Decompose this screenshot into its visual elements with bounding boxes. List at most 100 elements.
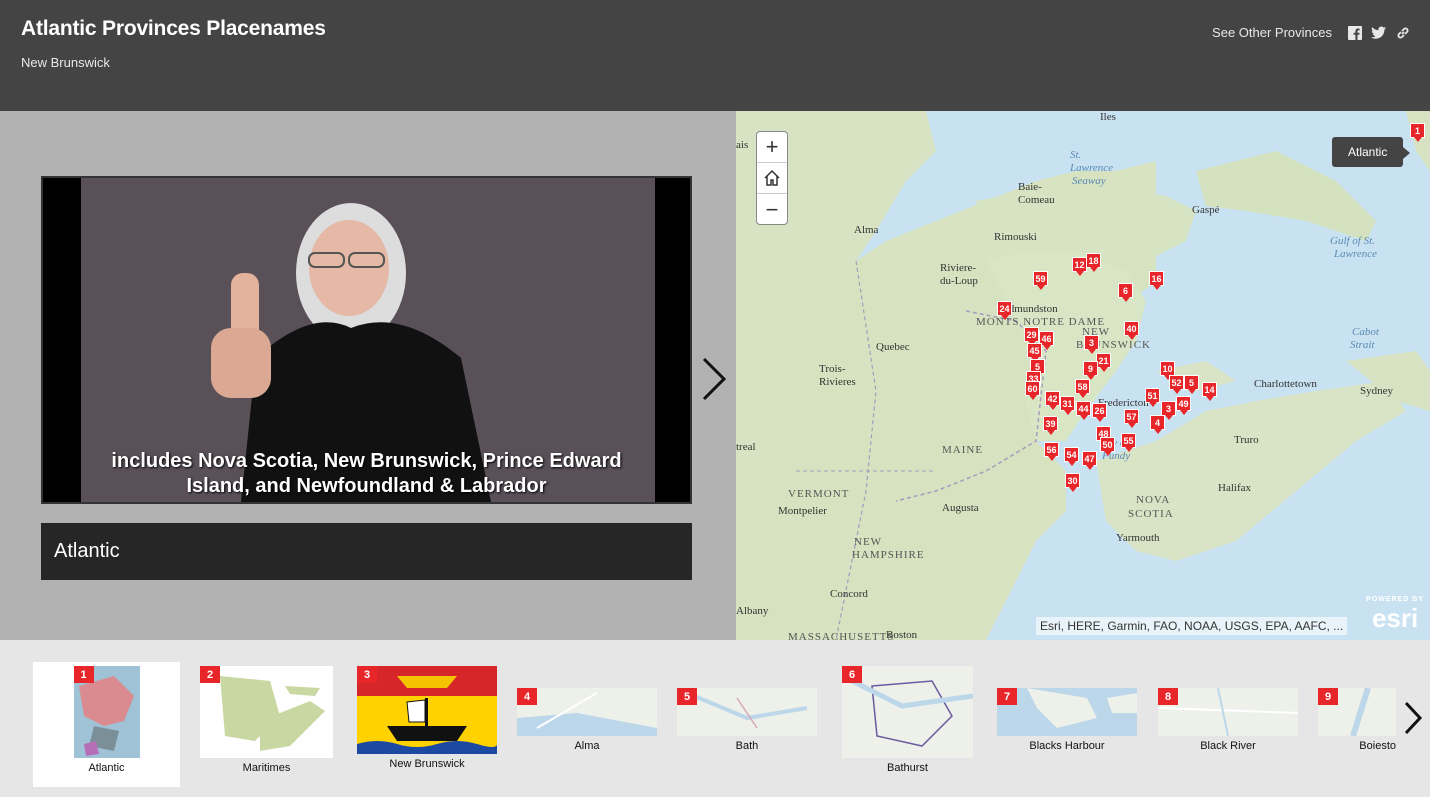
- carousel-thumb-image: 8: [1158, 688, 1298, 736]
- zoom-in-button[interactable]: +: [757, 132, 787, 163]
- map-pin[interactable]: 31: [1060, 396, 1075, 415]
- carousel-item-atlantic[interactable]: 1 Atlantic: [33, 662, 180, 787]
- map-pin[interactable]: 50: [1100, 437, 1115, 456]
- map-pin[interactable]: 40: [1124, 321, 1139, 340]
- map-pin[interactable]: 57: [1124, 409, 1139, 428]
- facebook-icon[interactable]: [1347, 25, 1362, 40]
- header-actions: See Other Provinces: [1212, 25, 1410, 40]
- map-label: treal: [736, 441, 756, 453]
- map-pin[interactable]: 56: [1044, 442, 1059, 461]
- map-pin[interactable]: 44: [1076, 401, 1091, 420]
- map-pin[interactable]: 54: [1064, 447, 1079, 466]
- carousel-item-bath[interactable]: 5 Bath: [677, 688, 817, 752]
- link-icon[interactable]: [1395, 25, 1410, 40]
- carousel-item-label: Boiesto: [1359, 740, 1396, 752]
- map-pin[interactable]: 29: [1024, 327, 1039, 346]
- map-label: Iles: [1100, 111, 1116, 123]
- map-label: Gaspé: [1192, 204, 1220, 216]
- map-view[interactable]: + − Iles St. Lawrence Seaway Baie- Comeau Gasp…: [736, 111, 1430, 640]
- home-button[interactable]: [757, 163, 787, 194]
- map-label: Seaway: [1072, 175, 1106, 187]
- carousel-item-label: Atlantic: [88, 762, 125, 774]
- map-pin[interactable]: 24: [997, 301, 1012, 320]
- map-pin[interactable]: 55: [1121, 433, 1136, 452]
- map-label: NOVA: [1136, 494, 1171, 506]
- carousel-item-new-brunswick[interactable]: 3 New Brunswick: [357, 666, 497, 770]
- map-pin[interactable]: 5: [1184, 375, 1199, 394]
- map-attribution[interactable]: Esri, HERE, Garmin, FAO, NOAA, USGS, EPA…: [1036, 617, 1348, 635]
- zoom-out-button[interactable]: −: [757, 194, 787, 224]
- map-label: MAINE: [942, 444, 984, 456]
- map-pin[interactable]: 30: [1065, 473, 1080, 492]
- map-label: Strait: [1350, 339, 1375, 351]
- map-pin[interactable]: 6: [1118, 283, 1133, 302]
- map-pin[interactable]: 1: [1410, 123, 1425, 142]
- carousel-item-number: 9: [1318, 688, 1338, 705]
- map-label: Rivieres: [819, 376, 856, 388]
- map-pin[interactable]: 3: [1161, 401, 1176, 420]
- map-label: Sydney: [1360, 385, 1393, 397]
- map-label: VERMONT: [788, 488, 850, 500]
- esri-logo[interactable]: POWERED BY esri: [1366, 596, 1424, 634]
- carousel-item-maritimes[interactable]: 2 Maritimes: [200, 666, 333, 774]
- map-label: Concord: [830, 588, 868, 600]
- map-pin[interactable]: 18: [1086, 253, 1101, 272]
- carousel-item-number: 8: [1158, 688, 1178, 705]
- carousel-thumb-image: 1: [73, 666, 140, 758]
- map-pin[interactable]: 60: [1025, 381, 1040, 400]
- map-tooltip: Atlantic: [1332, 137, 1411, 167]
- map-pin[interactable]: 52: [1169, 375, 1184, 394]
- carousel-item-black-river[interactable]: 8 Black River: [1158, 688, 1298, 752]
- map-label: NEW: [854, 536, 883, 548]
- map-pin[interactable]: 47: [1082, 451, 1097, 470]
- zoom-controls: + −: [756, 131, 788, 225]
- media-title: Atlantic: [41, 523, 692, 580]
- map-pin[interactable]: 9: [1083, 361, 1098, 380]
- map-pin[interactable]: 45: [1027, 343, 1042, 362]
- map-label: Albany: [736, 605, 769, 617]
- carousel-item-blacks-harbour[interactable]: 7 Blacks Harbour: [997, 688, 1137, 752]
- map-label: St.: [1070, 149, 1082, 161]
- carousel-item-number: 7: [997, 688, 1017, 705]
- carousel-thumb-image: 2: [200, 666, 333, 758]
- map-label: MASSACHUSETTS: [788, 631, 895, 640]
- video-caption-line-1: includes Nova Scotia, New Brunswick, Pri…: [111, 450, 622, 472]
- map-pin[interactable]: 10: [1160, 361, 1175, 380]
- home-icon: [764, 169, 780, 186]
- carousel-next-chevron-icon[interactable]: [1398, 698, 1428, 738]
- carousel-thumb-image: 9: [1318, 688, 1396, 736]
- see-other-provinces-link[interactable]: See Other Provinces: [1212, 25, 1332, 40]
- map-pin[interactable]: 58: [1075, 379, 1090, 398]
- carousel-item-boiestown[interactable]: 9 Boiesto: [1318, 688, 1396, 752]
- carousel-item-alma[interactable]: 4 Alma: [517, 688, 657, 752]
- carousel-item-number: 6: [842, 666, 862, 683]
- map-label: Charlottetown: [1254, 378, 1317, 390]
- twitter-icon[interactable]: [1371, 25, 1386, 40]
- map-label: Augusta: [942, 502, 979, 514]
- map-label: Halifax: [1218, 482, 1251, 494]
- map-pin[interactable]: 4: [1150, 415, 1165, 434]
- map-pin[interactable]: 49: [1176, 396, 1191, 415]
- map-pin[interactable]: 12: [1072, 257, 1087, 276]
- map-pin[interactable]: 14: [1202, 382, 1217, 401]
- map-pin[interactable]: 39: [1043, 416, 1058, 435]
- map-pin[interactable]: 59: [1033, 271, 1048, 290]
- map-label: Yarmouth: [1116, 532, 1160, 544]
- map-pin[interactable]: 16: [1149, 271, 1164, 290]
- carousel-item-label: Bathurst: [887, 762, 928, 774]
- carousel-item-bathurst[interactable]: 6 Bathurst: [842, 666, 973, 774]
- map-label: du-Loup: [940, 275, 978, 287]
- map-label: SCOTIA: [1128, 508, 1174, 520]
- map-label: Rimouski: [994, 231, 1037, 243]
- map-pin[interactable]: 26: [1092, 403, 1107, 422]
- sign-language-video[interactable]: includes Nova Scotia, New Brunswick, Pri…: [41, 176, 692, 504]
- next-chevron-icon[interactable]: [696, 351, 732, 407]
- map-label: Lawrence: [1334, 248, 1377, 260]
- map-label: Lawrence: [1070, 162, 1113, 174]
- map-pin[interactable]: 51: [1145, 388, 1160, 407]
- map-pin[interactable]: 21: [1096, 353, 1111, 372]
- map-label: Riviere-: [940, 262, 977, 274]
- map-label: Quebec: [876, 341, 910, 353]
- map-pin[interactable]: 3: [1084, 335, 1099, 354]
- map-pin[interactable]: 42: [1045, 391, 1060, 410]
